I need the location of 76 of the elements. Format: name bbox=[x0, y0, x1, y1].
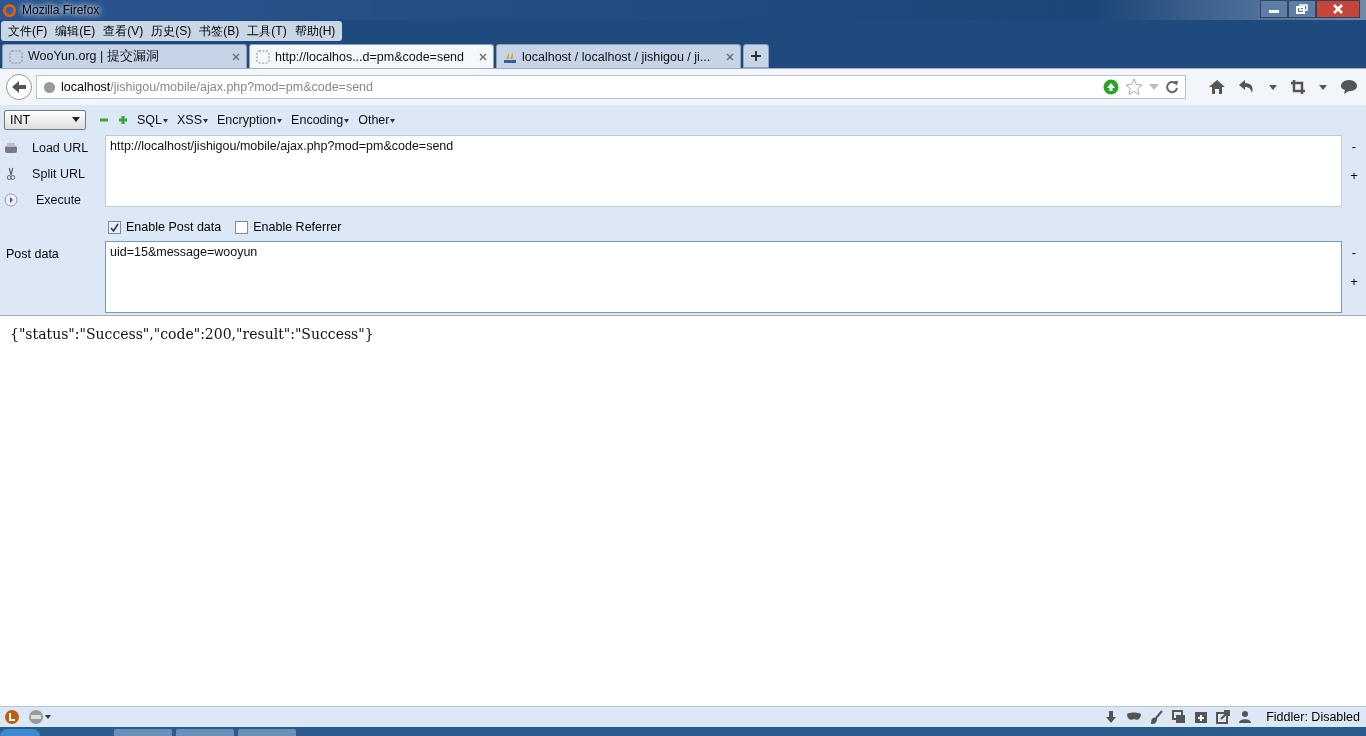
close-icon[interactable] bbox=[479, 52, 487, 61]
browser-tab[interactable]: WooYun.org | 提交漏洞 bbox=[2, 44, 247, 68]
back-button[interactable] bbox=[6, 74, 32, 100]
caret-icon bbox=[390, 118, 396, 123]
blank-page-icon bbox=[9, 49, 23, 64]
post-data-field[interactable]: uid=15&message=wooyun bbox=[105, 241, 1342, 313]
minimize-button[interactable] bbox=[1260, 0, 1288, 18]
toolbar-menu[interactable]: Encryption bbox=[217, 113, 283, 127]
share-icon[interactable] bbox=[1216, 710, 1231, 724]
globe-icon bbox=[43, 80, 56, 94]
browser-tab[interactable]: localhost / localhost / jishigou / ji... bbox=[496, 44, 741, 68]
download-icon[interactable] bbox=[1104, 710, 1119, 724]
caret-icon bbox=[203, 118, 209, 123]
dropdown-icon[interactable] bbox=[1318, 83, 1328, 91]
printer-icon bbox=[4, 141, 18, 155]
checkbox-label: Enable Post data bbox=[126, 220, 222, 234]
url-field[interactable]: http://localhost/jishigou/mobile/ajax.php?mod=pm&code=send bbox=[105, 135, 1342, 207]
type-dropdown[interactable]: INT bbox=[4, 110, 86, 130]
hackbar-button[interactable]: Load URL bbox=[26, 141, 95, 155]
toolbar-menu[interactable]: XSS bbox=[177, 113, 209, 127]
caret-icon bbox=[344, 118, 350, 123]
close-icon[interactable] bbox=[232, 52, 240, 61]
caret-icon bbox=[163, 118, 168, 123]
scissors-icon bbox=[4, 167, 18, 181]
back-arrow-icon bbox=[10, 79, 28, 95]
undo-icon[interactable] bbox=[1238, 79, 1256, 95]
menu-item[interactable]: 书签(B) bbox=[195, 22, 244, 40]
crop-icon[interactable] bbox=[1290, 79, 1306, 95]
star-icon[interactable] bbox=[1125, 78, 1143, 96]
speech-bubble-icon[interactable] bbox=[1340, 79, 1358, 95]
menu-item[interactable]: 帮助(H) bbox=[290, 22, 340, 40]
response-text: {"status":"Success","code":200,"result":"Success"} bbox=[10, 326, 374, 342]
fiddler-status[interactable]: Fiddler: Disabled bbox=[1266, 710, 1360, 724]
play-icon bbox=[4, 193, 18, 207]
toolbar-menu[interactable]: SQL bbox=[137, 113, 168, 127]
close-icon bbox=[1332, 4, 1344, 14]
dropdown-icon[interactable] bbox=[1268, 83, 1278, 91]
menu-item[interactable]: 编辑(E) bbox=[51, 22, 100, 40]
resize-button[interactable]: + bbox=[1350, 274, 1358, 289]
menu-item[interactable]: 查看(V) bbox=[99, 22, 148, 40]
close-button[interactable] bbox=[1316, 0, 1360, 18]
menu-item[interactable]: 工具(T) bbox=[243, 22, 291, 40]
checkbox-label: Enable Referrer bbox=[253, 220, 342, 234]
menu-item[interactable]: 历史(S) bbox=[147, 22, 196, 40]
hackbar-button[interactable]: Split URL bbox=[26, 167, 91, 181]
window-title: Mozilla Firefox bbox=[22, 3, 100, 17]
add-box-icon[interactable] bbox=[1194, 710, 1209, 724]
post-data-label: Post data bbox=[5, 246, 60, 263]
address-bar[interactable]: localhost/jishigou/mobile/ajax.php?mod=pm&code=send bbox=[36, 75, 1186, 99]
browser-tab[interactable]: http://localhos...d=pm&code=send bbox=[249, 44, 494, 68]
start-button[interactable] bbox=[0, 729, 40, 736]
resize-button[interactable]: + bbox=[1350, 168, 1358, 183]
home-icon[interactable] bbox=[1208, 79, 1226, 95]
mask-icon[interactable] bbox=[1126, 711, 1143, 723]
resize-button[interactable]: - bbox=[1351, 139, 1357, 154]
toolbar-menu[interactable]: Other bbox=[358, 113, 396, 127]
resize-button[interactable]: - bbox=[1351, 245, 1357, 260]
blank-page-icon bbox=[256, 49, 270, 64]
plus-icon[interactable] bbox=[743, 44, 769, 68]
checkbox[interactable] bbox=[108, 220, 121, 234]
caret-icon bbox=[72, 117, 80, 123]
round-gear-icon[interactable] bbox=[28, 709, 52, 725]
round-logo-icon[interactable] bbox=[4, 709, 20, 725]
menu-item[interactable]: 文件(F) bbox=[4, 22, 52, 40]
globe-logo-icon bbox=[2, 2, 17, 18]
checkbox[interactable] bbox=[235, 220, 249, 234]
restore-icon bbox=[1296, 4, 1308, 14]
user-icon[interactable] bbox=[1238, 710, 1253, 724]
hackbar-button[interactable]: Execute bbox=[26, 193, 91, 207]
brush-icon[interactable] bbox=[1150, 710, 1165, 724]
restore-button[interactable] bbox=[1288, 0, 1316, 18]
reload-icon[interactable] bbox=[1165, 80, 1179, 94]
windows-icon[interactable] bbox=[1172, 710, 1187, 724]
close-icon[interactable] bbox=[726, 52, 734, 61]
caret-icon bbox=[277, 118, 283, 123]
toolbar-menu[interactable]: Encoding bbox=[291, 113, 350, 127]
